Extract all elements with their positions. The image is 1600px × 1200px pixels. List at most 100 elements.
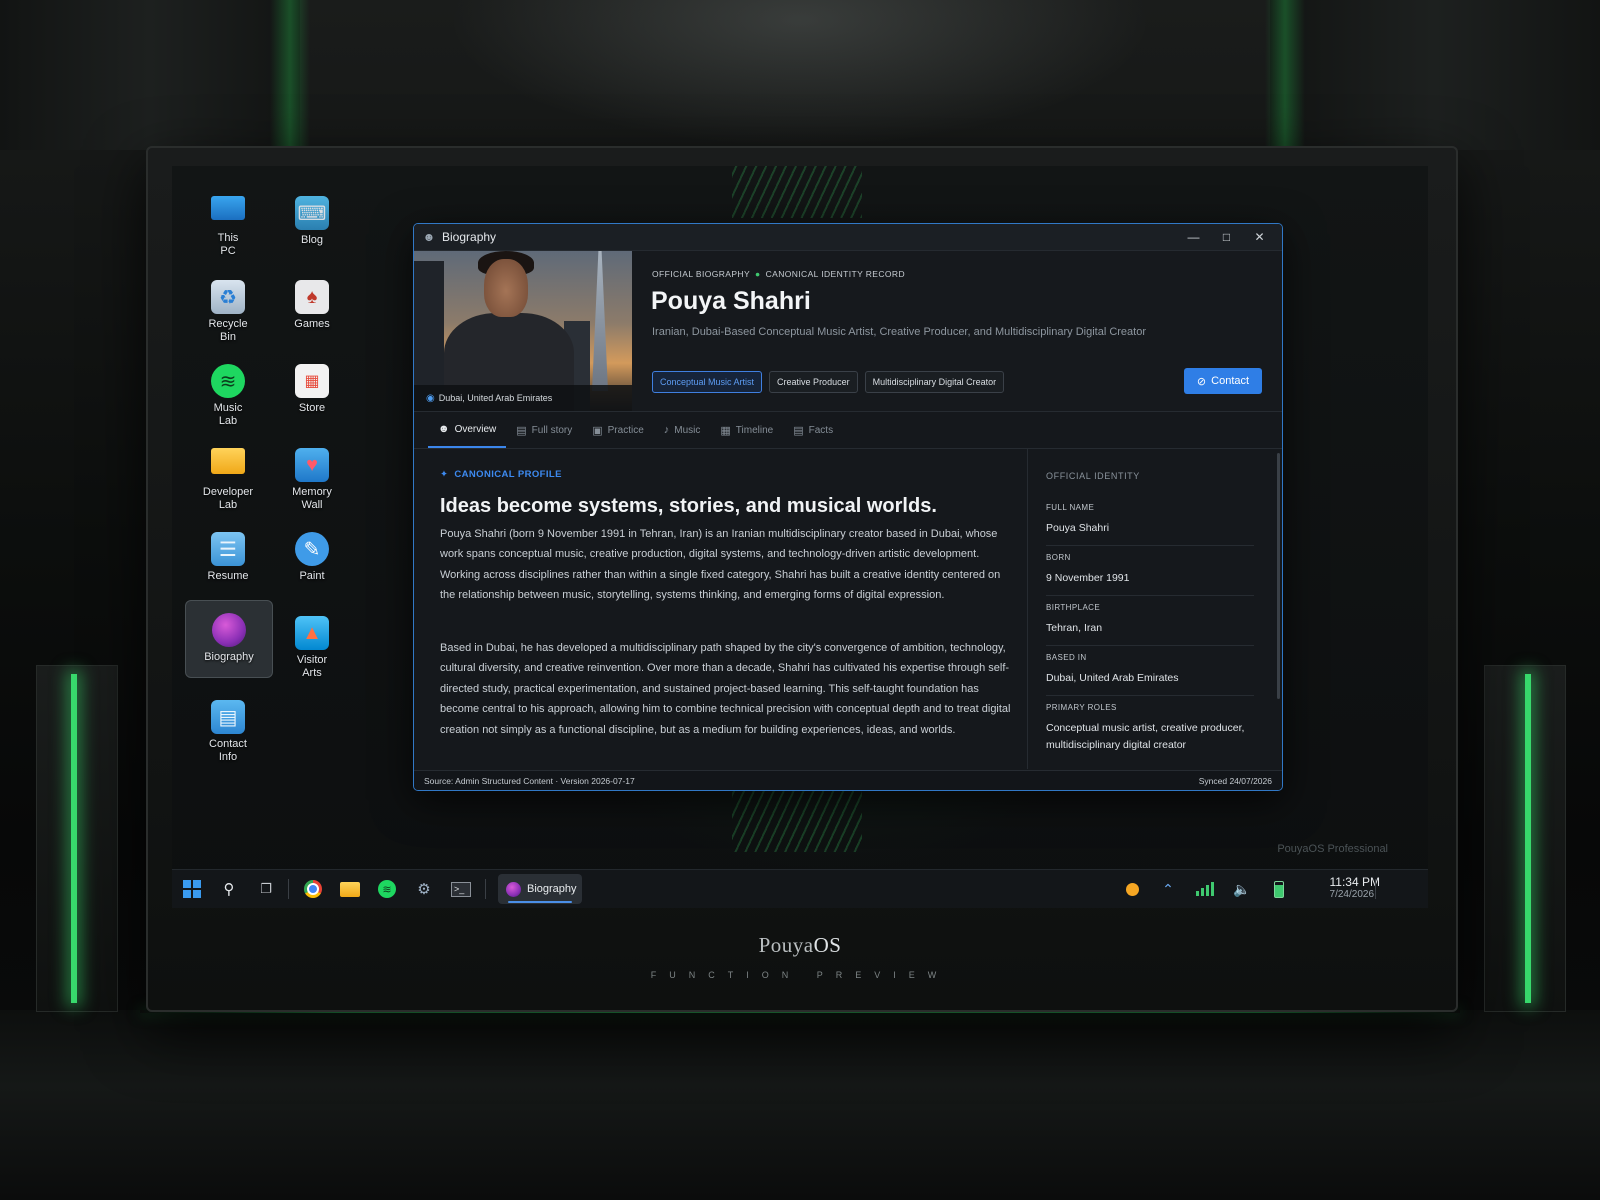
profile-hero: ◉ Dubai, United Arab Emirates OFFICIAL B…: [414, 251, 1282, 412]
globe-icon: [212, 613, 246, 647]
calendar-icon: ▦: [720, 424, 731, 437]
tab-overview[interactable]: ☻ Overview: [428, 412, 507, 448]
contact-card-icon: ▤: [211, 700, 245, 734]
role-chip[interactable]: Conceptual Music Artist: [652, 371, 763, 393]
identity-field-based-in: BASED IN Dubai, United Arab Emirates: [1046, 653, 1254, 696]
heart-mail-icon: ♥: [295, 448, 329, 482]
easel-icon: ▲: [295, 616, 329, 650]
folder-icon: [340, 881, 360, 897]
globe-icon: [506, 881, 521, 897]
brand-tagline: FUNCTION PREVIEW: [650, 970, 950, 980]
desktop-icon-recycle-bin[interactable]: ♻ Recycle Bin: [185, 274, 271, 344]
contact-button[interactable]: ⊘ Contact: [1184, 368, 1262, 394]
minimize-button[interactable]: —: [1177, 224, 1210, 250]
person-icon: ☻: [422, 230, 436, 244]
speaker-icon: 🔈: [1233, 880, 1251, 897]
desktop-icon-memory-wall[interactable]: ♥ Memory Wall: [269, 442, 355, 512]
book-icon: ▤: [516, 424, 527, 437]
settings-button[interactable]: ⚙: [412, 877, 436, 901]
code-rain-bottom: [732, 786, 862, 852]
wall-panel-right: [1270, 0, 1600, 150]
desktop-screen[interactable]: PouyaOS Professional This PC ⌨ Blog ♻ Re…: [172, 166, 1428, 908]
start-button[interactable]: [180, 877, 204, 901]
spotify-button[interactable]: ≋: [375, 877, 399, 901]
network-button[interactable]: [1194, 877, 1216, 901]
section-headline: Ideas become systems, stories, and music…: [440, 495, 937, 517]
taskbar-clock[interactable]: 11:34 PM 7/24/2026: [1330, 875, 1380, 900]
os-watermark: PouyaOS Professional: [1277, 843, 1388, 855]
windows-logo-icon: [183, 880, 201, 898]
task-view-button[interactable]: ❐: [254, 877, 278, 901]
notepad-icon: ☰: [211, 532, 245, 566]
desktop-icon-store[interactable]: ▦ Store: [269, 358, 355, 415]
volume-button[interactable]: 🔈: [1231, 877, 1253, 901]
identity-field-full-name: FULL NAME Pouya Shahri: [1046, 503, 1254, 546]
recycle-bin-icon: ♻: [211, 280, 245, 314]
tab-music[interactable]: ♪ Music: [654, 412, 711, 448]
chevron-up-icon: ⌃: [1162, 880, 1174, 897]
desktop-icon-contact-info[interactable]: ▤ Contact Info: [185, 694, 271, 764]
bio-paragraph: Pouya Shahri (born 9 November 1991 in Te…: [440, 528, 1001, 602]
maximize-button[interactable]: □: [1210, 224, 1243, 250]
role-chips: Conceptual Music Artist Creative Produce…: [652, 371, 1005, 393]
close-button[interactable]: ✕: [1243, 224, 1276, 250]
window-titlebar[interactable]: ☻ Biography — □ ✕: [414, 224, 1282, 251]
typewriter-icon: ⌨: [295, 196, 329, 230]
desktop-icon-developer-lab[interactable]: Developer Lab: [185, 442, 271, 512]
bio-paragraph: Based in Dubai, he has developed a multi…: [440, 642, 1011, 736]
identity-heading: OFFICIAL IDENTITY: [1046, 471, 1140, 481]
code-rain-top: [732, 166, 862, 218]
desktop-icon-music-lab[interactable]: ≋ Music Lab: [185, 358, 271, 428]
speaker-left: [36, 665, 118, 1012]
role-chip[interactable]: Multidisciplinary Digital Creator: [864, 371, 1005, 393]
taskbar-app-biography[interactable]: Biography: [498, 874, 582, 904]
desktop-icon-paint[interactable]: ✎ Paint: [269, 526, 355, 583]
desktop-icon-this-pc[interactable]: This PC: [185, 190, 271, 258]
tray-overflow-button[interactable]: ⌃: [1157, 877, 1179, 901]
chrome-button[interactable]: [301, 877, 325, 901]
role-chip[interactable]: Creative Producer: [769, 371, 858, 393]
clock-time: 11:34 PM: [1329, 875, 1380, 889]
monitor-icon: [211, 196, 245, 220]
hero-eyebrow: OFFICIAL BIOGRAPHY ● CANONICAL IDENTITY RE…: [652, 269, 905, 279]
music-note-icon: ♪: [663, 424, 670, 436]
window-statusbar: Source: Admin Structured Content · Versi…: [414, 770, 1282, 790]
wall-glow-right: [1265, 0, 1305, 150]
desktop-icon-resume[interactable]: ☰ Resume: [185, 526, 271, 583]
folder-icon: [211, 448, 245, 474]
tab-practice[interactable]: ▣ Practice: [582, 412, 654, 448]
taskbar-divider: [288, 879, 289, 899]
profile-photo: ◉ Dubai, United Arab Emirates: [414, 251, 632, 411]
location-pin-icon: ◉: [426, 392, 435, 404]
identity-panel: OFFICIAL IDENTITY FULL NAME Pouya Shahri…: [1027, 449, 1268, 769]
gear-icon: ⚙: [417, 881, 431, 898]
spotify-icon: ≋: [378, 880, 396, 898]
battery-button[interactable]: [1268, 877, 1290, 901]
wall-panel-left: [0, 0, 300, 150]
tab-facts[interactable]: ▤ Facts: [783, 412, 843, 448]
content-scrollbar[interactable]: [1277, 453, 1280, 699]
identity-field-birthplace: BIRTHPLACE Tehran, Iran: [1046, 603, 1254, 646]
terminal-button[interactable]: >_: [449, 877, 473, 901]
sparkle-icon: ✦: [440, 469, 449, 480]
file-explorer-button[interactable]: [338, 877, 362, 901]
brand-logo: PouyaOS: [758, 933, 842, 957]
desktop-icon-visitor-arts[interactable]: ▲ Visitor Arts: [269, 610, 355, 680]
taskbar-divider: [485, 879, 486, 899]
desktop-icon-games[interactable]: ♠ Games: [269, 274, 355, 331]
battery-icon: [1274, 880, 1284, 898]
tab-timeline[interactable]: ▦ Timeline: [710, 412, 783, 448]
show-desktop-divider[interactable]: [1375, 879, 1376, 899]
sync-label: Synced 24/07/2026: [1198, 775, 1272, 786]
desktop-icon-blog[interactable]: ⌨ Blog: [269, 190, 355, 247]
terminal-icon: >_: [451, 881, 471, 897]
notification-dot-button[interactable]: [1121, 877, 1143, 901]
tab-full-story[interactable]: ▤ Full story: [506, 412, 582, 448]
desktop-icon-biography[interactable]: Biography: [185, 600, 273, 678]
photo-location-caption: ◉ Dubai, United Arab Emirates: [414, 385, 632, 411]
biography-window[interactable]: ☻ Biography — □ ✕ ◉ Dubai, United Arab E…: [413, 223, 1283, 791]
search-button[interactable]: ⚲: [217, 877, 241, 901]
floor: [0, 1010, 1600, 1200]
spotify-icon: ≋: [211, 364, 245, 398]
overview-content[interactable]: ✦ CANONICAL PROFILE Ideas become systems…: [414, 449, 1282, 769]
